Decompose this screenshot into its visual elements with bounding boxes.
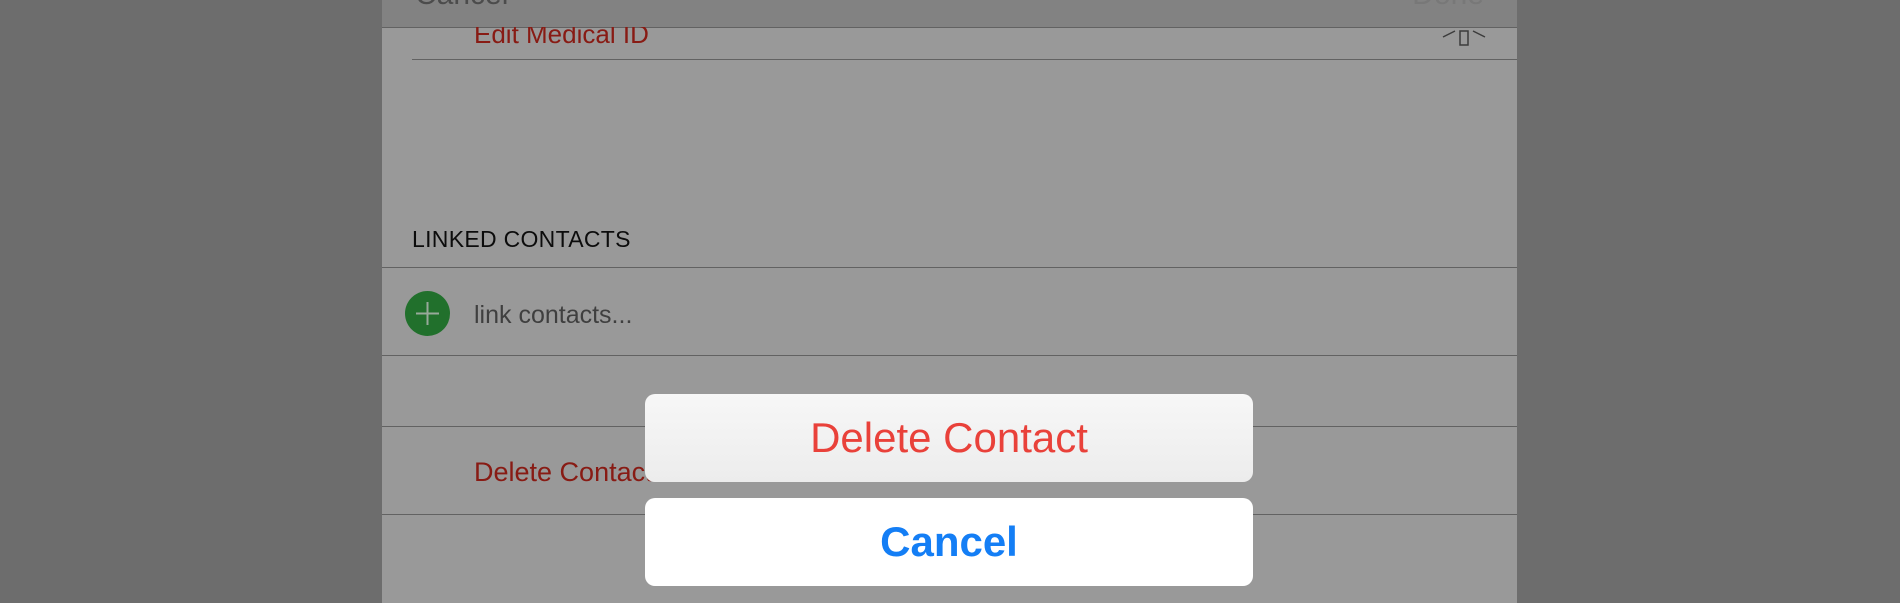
action-cancel-button[interactable]: Cancel: [645, 498, 1253, 586]
action-delete-contact-button[interactable]: Delete Contact: [645, 394, 1253, 482]
